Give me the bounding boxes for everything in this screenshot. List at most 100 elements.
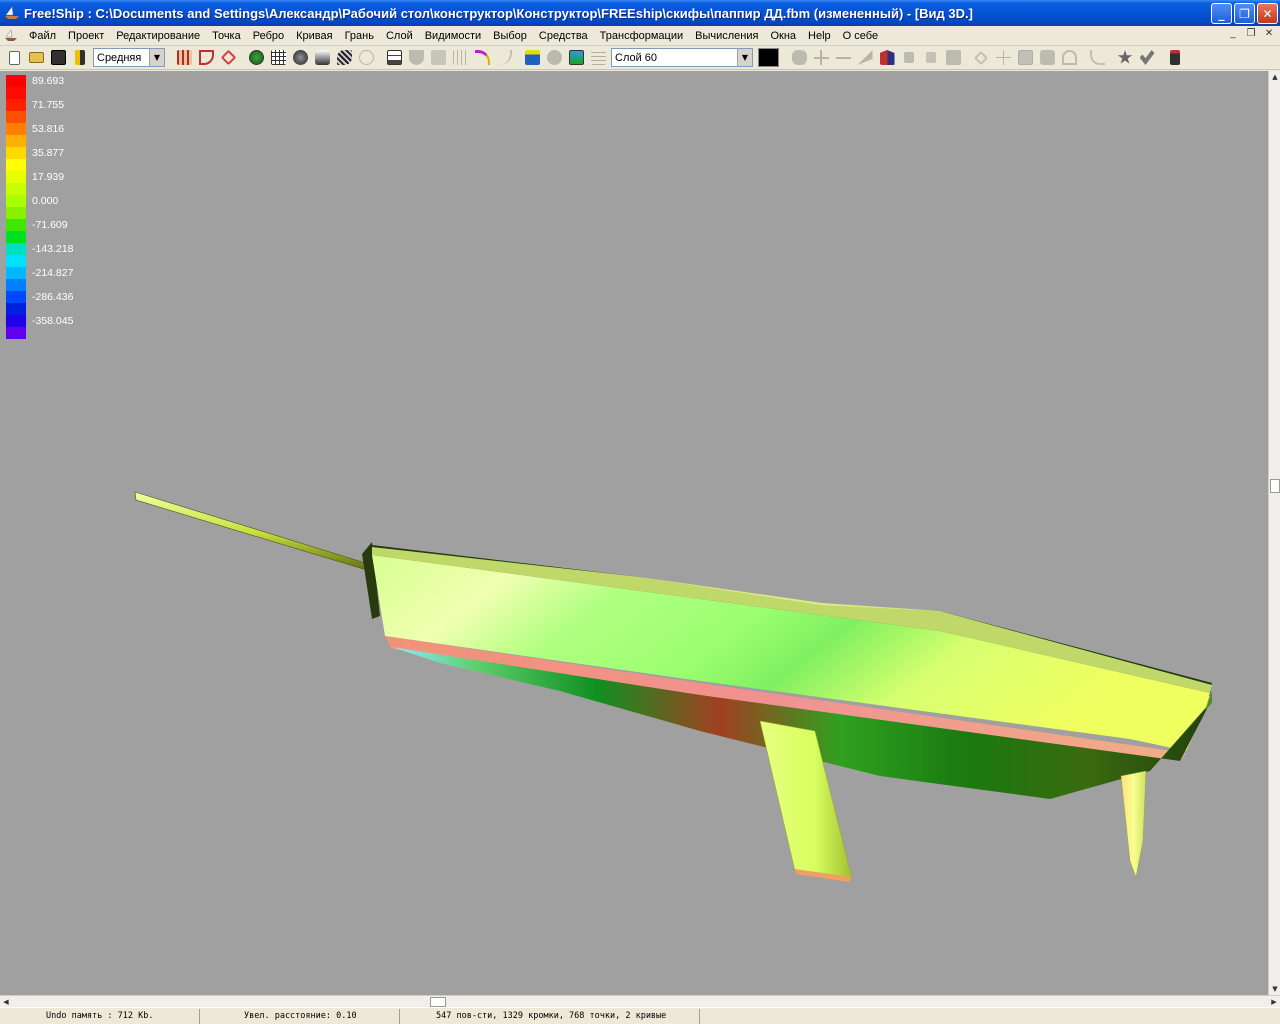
stations-button[interactable] — [449, 47, 471, 69]
menu-point[interactable]: Точка — [206, 27, 247, 45]
menu-file[interactable]: Файл — [23, 27, 62, 45]
precision-select[interactable]: Средняя ▼ — [93, 48, 165, 67]
menu-layer[interactable]: Слой — [380, 27, 419, 45]
insert-point-button[interactable] — [810, 47, 832, 69]
stability-button[interactable] — [587, 47, 609, 69]
legend-entry: 53.816 — [6, 123, 96, 147]
invert-face-button[interactable] — [1036, 47, 1058, 69]
check-model-button[interactable] — [1136, 47, 1158, 69]
menu-visibility[interactable]: Видимости — [419, 27, 487, 45]
shade-mode-button[interactable] — [245, 47, 267, 69]
vertical-scrollbar[interactable]: ▲ ▼ — [1268, 71, 1280, 995]
crosscurves-button[interactable] — [565, 47, 587, 69]
crease-button[interactable] — [992, 47, 1014, 69]
star-icon — [1117, 50, 1133, 64]
split-edge-button[interactable] — [832, 47, 854, 69]
legend-entry: -214.827 — [6, 267, 96, 291]
menu-about[interactable]: О себе — [837, 27, 884, 45]
normals-icon — [220, 49, 236, 66]
mdi-restore-button[interactable]: ❐ — [1244, 28, 1258, 39]
legend-value: 53.816 — [32, 123, 65, 135]
3d-viewport[interactable]: 89.693 71.755 53.816 35.877 17.939 0.000 -71.6… — [0, 71, 1268, 995]
menu-edit[interactable]: Редактирование — [110, 27, 206, 45]
flatten-button[interactable] — [427, 47, 449, 69]
minimize-button[interactable]: _ — [1211, 3, 1232, 24]
show-control-net-button[interactable] — [173, 47, 195, 69]
legend-value: 17.939 — [32, 171, 65, 183]
unlock-all-button[interactable] — [942, 47, 964, 69]
active-layer-select[interactable]: Слой 60 ▼ — [611, 48, 753, 67]
new-file-icon — [8, 50, 20, 65]
invert-icon — [1039, 50, 1055, 65]
extrude-button[interactable] — [788, 47, 810, 69]
menu-edge[interactable]: Ребро — [247, 27, 290, 45]
unlock-button[interactable] — [920, 47, 942, 69]
mdi-close-button[interactable]: ✕ — [1262, 28, 1276, 39]
intersection-button[interactable] — [1114, 47, 1136, 69]
horizontal-scrollbar[interactable]: ◀ ▶ — [0, 995, 1280, 1007]
legend-swatch — [6, 267, 26, 279]
curvature-shade-icon — [314, 50, 330, 65]
wireframe-mode-button[interactable] — [267, 47, 289, 69]
menu-selection[interactable]: Выбор — [487, 27, 533, 45]
layer-properties-button[interactable] — [383, 47, 405, 69]
show-curvature-button[interactable] — [195, 47, 217, 69]
scroll-up-icon[interactable]: ▲ — [1269, 71, 1280, 83]
mirror-button[interactable] — [876, 47, 898, 69]
title-bar[interactable]: Free!Ship : C:\Documents and Settings\Ал… — [0, 0, 1280, 26]
restore-button[interactable]: ❐ — [1234, 3, 1255, 24]
menu-project[interactable]: Проект — [62, 27, 110, 45]
spline-button[interactable] — [1086, 47, 1108, 69]
menu-face[interactable]: Грань — [339, 27, 380, 45]
remove-unused-button[interactable] — [1164, 47, 1186, 69]
globe-icon — [248, 50, 264, 65]
curve-fit-button[interactable] — [1058, 47, 1080, 69]
gaussian-curvature-button[interactable] — [311, 47, 333, 69]
stations-icon — [452, 50, 468, 65]
status-undo-memory: Undo память : 712 Kb. — [0, 1008, 200, 1024]
menu-calculations[interactable]: Вычисления — [689, 27, 764, 45]
shaded-mode-button[interactable] — [289, 47, 311, 69]
new-file-button[interactable] — [3, 47, 25, 69]
legend-entry: 17.939 — [6, 171, 96, 195]
hull-icon — [408, 50, 424, 65]
settings-icon — [75, 50, 85, 65]
mdi-minimize-button[interactable]: _ — [1226, 28, 1240, 39]
hull-3d-model[interactable] — [0, 71, 1268, 995]
arc-icon — [1061, 50, 1077, 65]
project-settings-button[interactable] — [69, 47, 91, 69]
child-window-icon[interactable] — [3, 28, 19, 44]
open-folder-icon — [28, 52, 44, 63]
show-normals-button[interactable] — [217, 47, 239, 69]
open-file-button[interactable] — [25, 47, 47, 69]
new-edge-button[interactable] — [970, 47, 992, 69]
scroll-down-icon[interactable]: ▼ — [1269, 983, 1280, 995]
developability-button[interactable] — [355, 47, 377, 69]
menu-transformations[interactable]: Трансформации — [594, 27, 689, 45]
save-button[interactable] — [47, 47, 69, 69]
legend-swatch — [6, 183, 26, 195]
menu-tools[interactable]: Средства — [533, 27, 594, 45]
collapse-icon — [857, 50, 873, 65]
face-icon — [1017, 50, 1033, 65]
horizontal-scroll-thumb[interactable] — [430, 997, 446, 1007]
legend-value: 0.000 — [32, 195, 59, 207]
close-button[interactable]: ✕ — [1257, 3, 1278, 24]
flatten-icon — [430, 50, 446, 65]
lock-icon — [904, 52, 914, 63]
collapse-button[interactable] — [854, 47, 876, 69]
menu-windows[interactable]: Окна — [764, 27, 802, 45]
hull-shape-button[interactable] — [405, 47, 427, 69]
flowline-button[interactable] — [493, 47, 515, 69]
menu-help[interactable]: Help — [802, 27, 837, 45]
new-face-button[interactable] — [1014, 47, 1036, 69]
lock-button[interactable] — [898, 47, 920, 69]
layer-color-swatch[interactable] — [758, 48, 779, 67]
trash-icon — [1170, 50, 1180, 65]
vertical-scroll-thumb[interactable] — [1270, 479, 1280, 493]
zebra-shading-button[interactable] — [333, 47, 355, 69]
menu-curve[interactable]: Кривая — [290, 27, 338, 45]
resistance-button[interactable] — [543, 47, 565, 69]
hydrostatics-button[interactable] — [521, 47, 543, 69]
curve-tool-button[interactable] — [471, 47, 493, 69]
